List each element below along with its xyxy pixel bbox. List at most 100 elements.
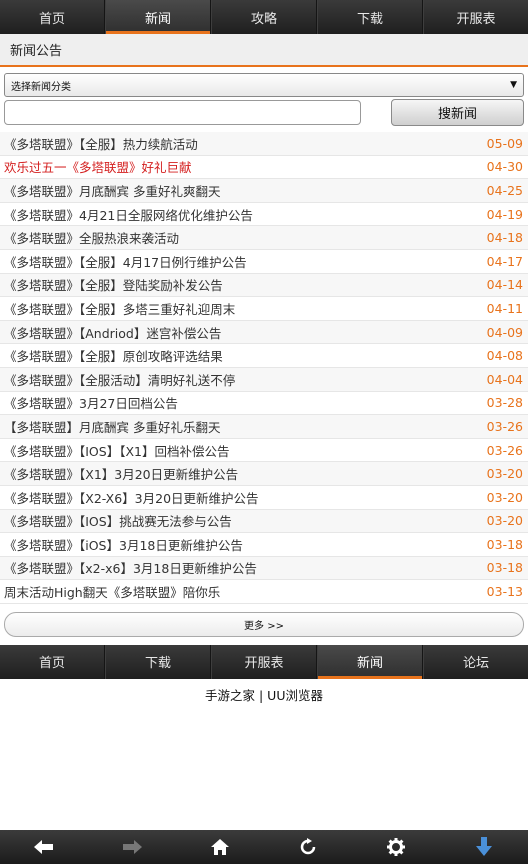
news-item[interactable]: 周末活动High翻天《多塔联盟》陪你乐 03-13 <box>0 580 528 604</box>
bottom-tab-news[interactable]: 新闻 <box>317 644 423 679</box>
news-item[interactable]: 《多塔联盟》【全服】多塔三重好礼迎周末 04-11 <box>0 297 528 321</box>
news-title[interactable]: 《多塔联盟》【IOS】【X1】回档补偿公告 <box>4 441 229 460</box>
news-title[interactable]: 周末活动High翻天《多塔联盟》陪你乐 <box>4 582 220 601</box>
bottom-tab-home[interactable]: 首页 <box>0 644 105 679</box>
search-row: 搜新闻 <box>0 97 528 132</box>
news-date: 03-13 <box>486 584 523 600</box>
news-title[interactable]: 《多塔联盟》【全服】登陆奖励补发公告 <box>4 275 223 294</box>
download-button[interactable] <box>464 832 504 862</box>
news-item[interactable]: 《多塔联盟》【X2-X6】3月20日更新维护公告 03-20 <box>0 486 528 510</box>
news-item[interactable]: 《多塔联盟》月底酬宾 多重好礼爽翻天 04-25 <box>0 179 528 203</box>
download-arrow-icon <box>476 837 492 856</box>
news-date: 04-08 <box>486 348 523 364</box>
bottom-tab-forum[interactable]: 论坛 <box>423 644 528 679</box>
category-select-label: 选择新闻分类 <box>11 81 71 93</box>
tab-label: 攻略 <box>250 11 277 27</box>
news-date: 03-28 <box>486 395 523 411</box>
news-item[interactable]: 《多塔联盟》【全服】登陆奖励补发公告 04-14 <box>0 273 528 298</box>
news-date: 03-18 <box>486 536 523 552</box>
news-title[interactable]: 《多塔联盟》4月21日全服网络优化维护公告 <box>4 205 253 224</box>
top-tab-server-list[interactable]: 开服表 <box>423 0 528 34</box>
tab-label: 开服表 <box>244 656 284 672</box>
news-title[interactable]: 《多塔联盟》【全服活动】清明好礼送不停 <box>4 370 235 389</box>
tab-label: 首页 <box>38 11 65 27</box>
back-button[interactable] <box>24 832 64 862</box>
settings-button[interactable] <box>376 832 416 862</box>
bottom-tab-server-list[interactable]: 开服表 <box>211 644 317 679</box>
news-date: 03-26 <box>486 442 523 458</box>
tab-label: 新闻 <box>144 11 171 27</box>
news-title[interactable]: 《多塔联盟》【X2-X6】3月20日更新维护公告 <box>4 488 259 507</box>
news-date: 04-14 <box>486 277 523 293</box>
news-date: 03-20 <box>486 489 523 505</box>
news-item[interactable]: 欢乐过五一《多塔联盟》好礼巨献 04-30 <box>0 156 528 180</box>
home-button[interactable] <box>200 832 240 862</box>
filter-area: 选择新闻分类 ▼ <box>0 67 528 97</box>
news-date: 04-30 <box>486 159 523 175</box>
news-title[interactable]: 《多塔联盟》月底酬宾 多重好礼爽翻天 <box>4 181 220 200</box>
more-button[interactable]: 更多 >> <box>4 611 524 637</box>
top-tab-home[interactable]: 首页 <box>0 0 105 34</box>
search-news-button[interactable]: 搜新闻 <box>391 99 524 126</box>
news-title[interactable]: 【多塔联盟】月底酬宾 多重好礼乐翻天 <box>4 417 220 436</box>
news-date: 05-09 <box>486 135 523 151</box>
footer-links[interactable]: 手游之家 | UU浏览器 <box>0 679 528 704</box>
news-date: 04-09 <box>486 324 523 340</box>
tab-label: 下载 <box>144 656 171 672</box>
news-title[interactable]: 《多塔联盟》【全服】热力续航活动 <box>4 134 198 153</box>
top-tab-guides[interactable]: 攻略 <box>211 0 317 34</box>
news-item[interactable]: 《多塔联盟》【Andriod】迷宫补偿公告 04-09 <box>0 320 528 345</box>
news-date: 03-20 <box>486 466 523 482</box>
news-item[interactable]: 《多塔联盟》【全服活动】清明好礼送不停 04-04 <box>0 367 528 392</box>
news-title[interactable]: 《多塔联盟》【X1】3月20日更新维护公告 <box>4 464 238 483</box>
top-tab-download[interactable]: 下载 <box>317 0 423 34</box>
tab-label: 论坛 <box>462 656 489 672</box>
section-title: 新闻公告 <box>0 34 528 67</box>
news-item[interactable]: 《多塔联盟》3月27日回档公告 03-28 <box>0 392 528 416</box>
news-item[interactable]: 《多塔联盟》【全服】原创攻略评选结果 04-08 <box>0 344 528 368</box>
browser-toolbar <box>0 830 528 864</box>
news-item[interactable]: 【多塔联盟】月底酬宾 多重好礼乐翻天 03-26 <box>0 415 528 439</box>
news-date: 04-11 <box>486 300 523 316</box>
news-date: 04-04 <box>486 371 523 387</box>
tab-label: 开服表 <box>456 11 496 27</box>
news-item[interactable]: 《多塔联盟》【全服】4月17日例行维护公告 04-17 <box>0 250 528 274</box>
refresh-button[interactable] <box>288 832 328 862</box>
news-title[interactable]: 《多塔联盟》3月27日回档公告 <box>4 393 178 412</box>
news-item[interactable]: 《多塔联盟》【iOS】3月18日更新维护公告 03-18 <box>0 533 528 557</box>
home-icon <box>211 839 229 855</box>
news-item[interactable]: 《多塔联盟》全服热浪来袭活动 04-18 <box>0 226 528 250</box>
bottom-nav: 首页 下载 开服表 新闻 论坛 <box>0 644 528 679</box>
bottom-tab-download[interactable]: 下载 <box>105 644 211 679</box>
top-tab-news[interactable]: 新闻 <box>105 0 211 34</box>
news-item[interactable]: 《多塔联盟》【x2-x6】3月18日更新维护公告 03-18 <box>0 556 528 581</box>
news-date: 03-18 <box>486 560 523 576</box>
news-date: 04-18 <box>486 230 523 246</box>
news-item[interactable]: 《多塔联盟》【IOS】挑战赛无法参与公告 03-20 <box>0 509 528 534</box>
news-date: 04-25 <box>486 182 523 198</box>
news-title[interactable]: 《多塔联盟》【iOS】3月18日更新维护公告 <box>4 535 243 554</box>
news-title[interactable]: 《多塔联盟》【IOS】挑战赛无法参与公告 <box>4 511 232 530</box>
news-title[interactable]: 《多塔联盟》【Andriod】迷宫补偿公告 <box>4 323 221 342</box>
news-title[interactable]: 《多塔联盟》全服热浪来袭活动 <box>4 228 179 247</box>
top-nav: 首页 新闻 攻略 下载 开服表 <box>0 0 528 34</box>
news-title[interactable]: 《多塔联盟》【x2-x6】3月18日更新维护公告 <box>4 558 257 577</box>
forward-arrow-icon <box>123 840 142 854</box>
news-item[interactable]: 《多塔联盟》【IOS】【X1】回档补偿公告 03-26 <box>0 439 528 463</box>
news-title[interactable]: 欢乐过五一《多塔联盟》好礼巨献 <box>4 157 192 176</box>
dropdown-arrow-icon: ▼ <box>510 80 517 90</box>
refresh-icon <box>300 838 316 855</box>
news-title[interactable]: 《多塔联盟》【全服】原创攻略评选结果 <box>4 346 223 365</box>
settings-gear-icon <box>387 838 405 856</box>
news-date: 04-19 <box>486 206 523 222</box>
news-date: 03-20 <box>486 513 523 529</box>
news-title[interactable]: 《多塔联盟》【全服】多塔三重好礼迎周末 <box>4 299 235 318</box>
category-select[interactable]: 选择新闻分类 ▼ <box>4 73 524 97</box>
forward-button[interactable] <box>112 832 152 862</box>
more-wrap: 更多 >> <box>0 604 528 645</box>
news-item[interactable]: 《多塔联盟》【X1】3月20日更新维护公告 03-20 <box>0 462 528 486</box>
news-item[interactable]: 《多塔联盟》【全服】热力续航活动 05-09 <box>0 132 528 156</box>
news-item[interactable]: 《多塔联盟》4月21日全服网络优化维护公告 04-19 <box>0 203 528 227</box>
news-title[interactable]: 《多塔联盟》【全服】4月17日例行维护公告 <box>4 252 247 271</box>
search-input[interactable] <box>4 100 361 125</box>
